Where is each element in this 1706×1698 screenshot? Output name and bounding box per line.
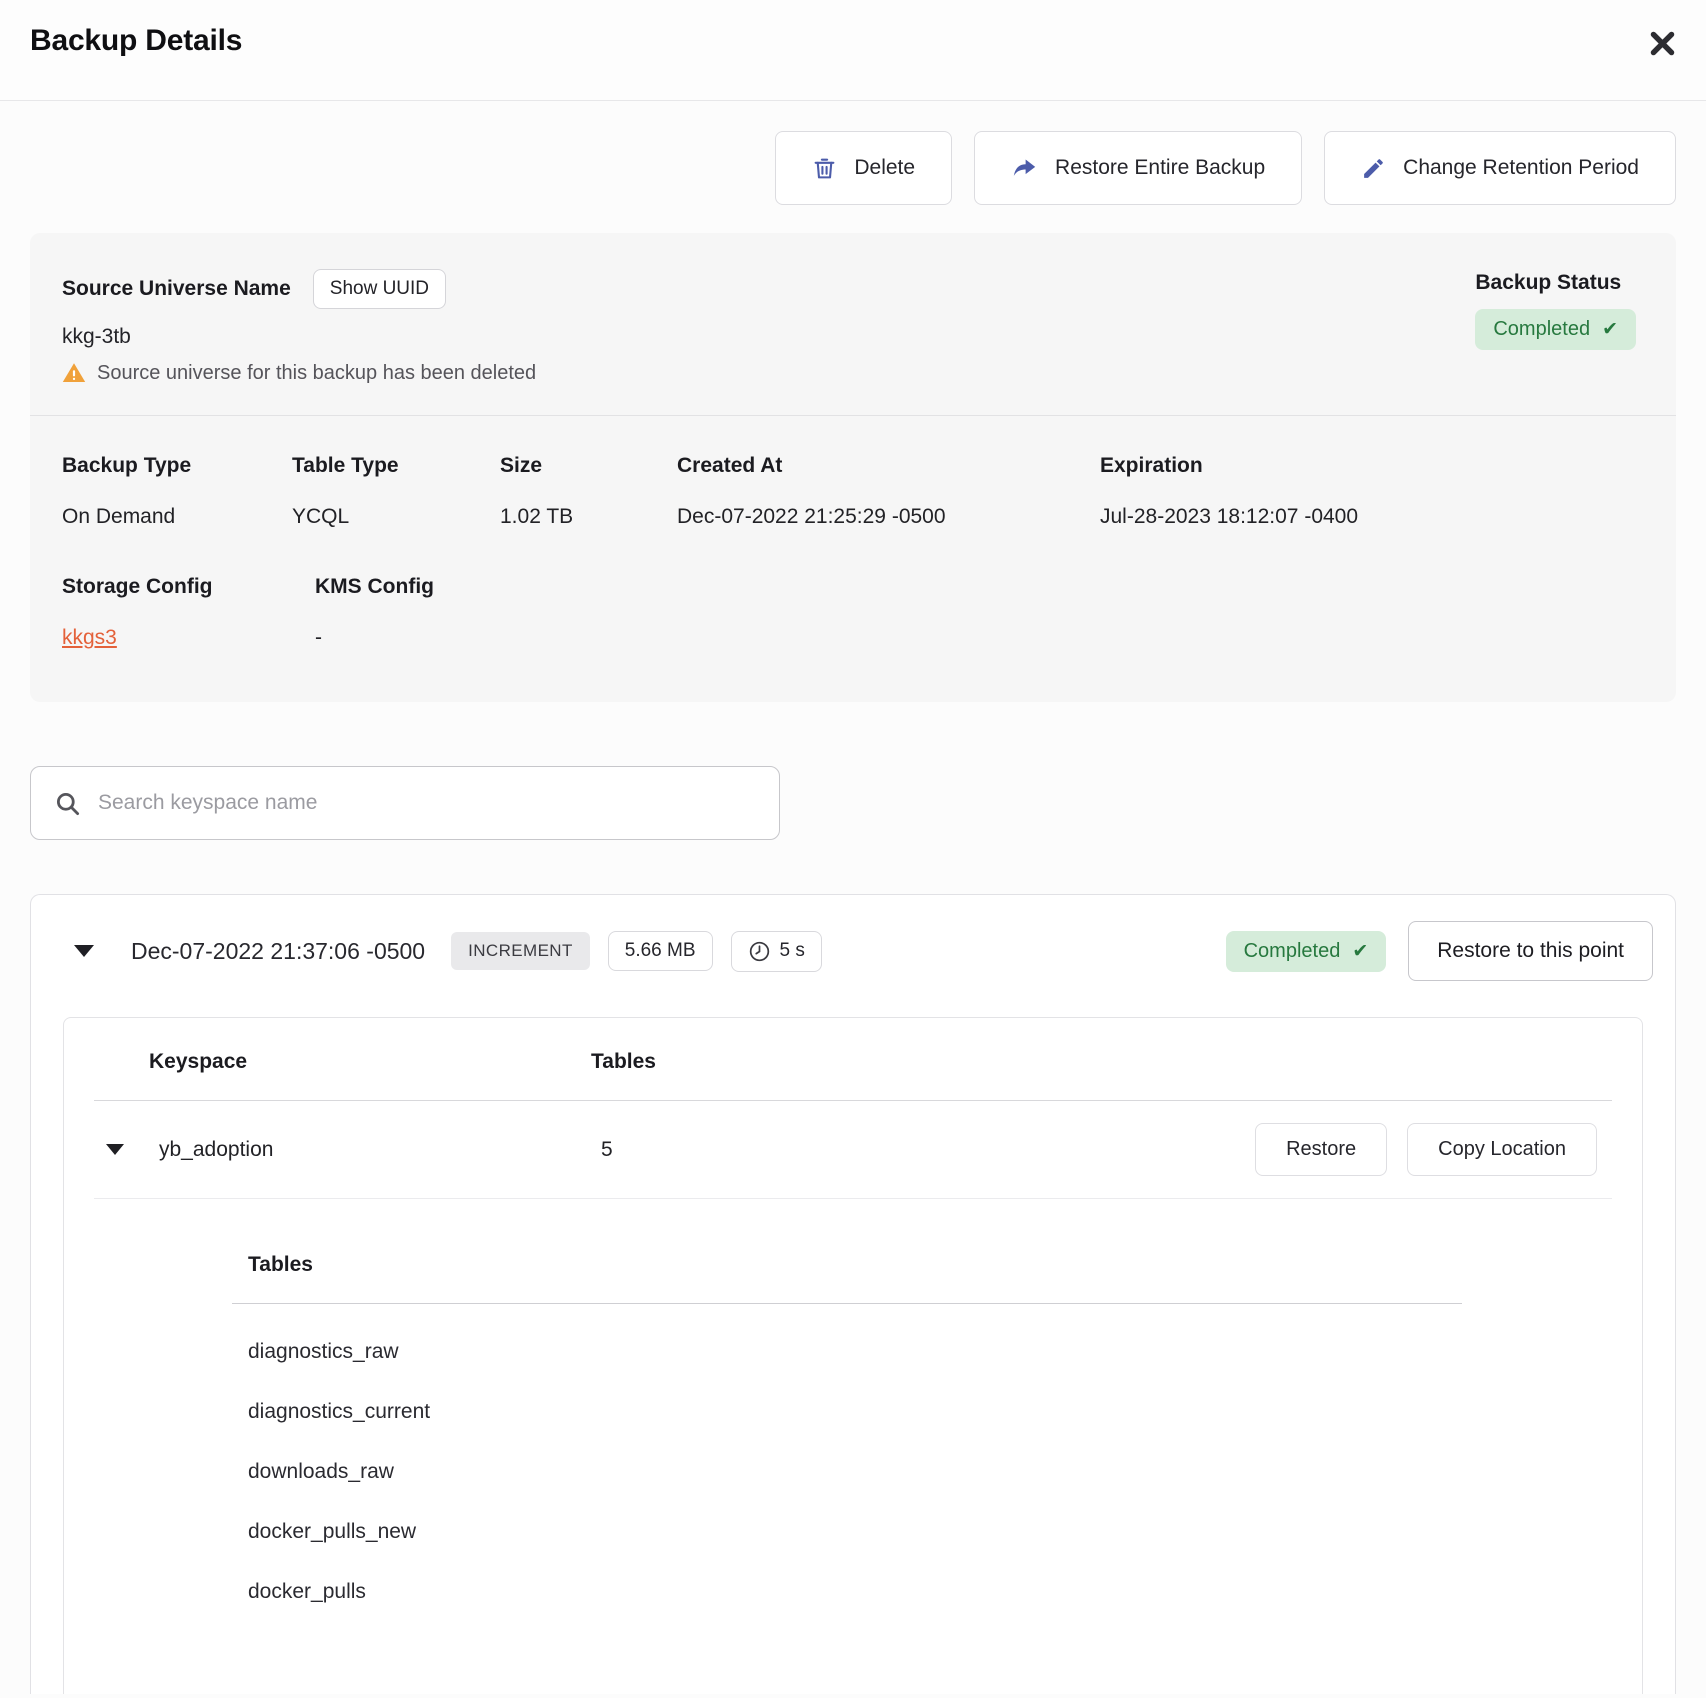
restore-entire-backup-button[interactable]: Restore Entire Backup	[974, 131, 1302, 205]
source-universe-block: Source Universe Name Show UUID kkg-3tb S…	[62, 269, 536, 385]
summary-fields-row: Backup Type On Demand Table Type YCQL Si…	[30, 416, 1676, 529]
backup-status-badge: Completed ✔	[1475, 309, 1636, 350]
keyspace-search-box	[30, 766, 780, 840]
increment-type-badge: INCREMENT	[451, 932, 590, 970]
change-retention-period-label: Change Retention Period	[1403, 156, 1639, 180]
warning-icon	[62, 361, 86, 385]
keyspace-restore-button[interactable]: Restore	[1255, 1123, 1387, 1176]
increment-status-value: Completed	[1244, 940, 1341, 963]
warning-text: Source universe for this backup has been…	[97, 362, 536, 385]
expiration-label: Expiration	[1100, 454, 1644, 478]
caret-down-icon	[74, 945, 94, 957]
source-universe-label: Source Universe Name	[62, 277, 291, 301]
source-universe-warning: Source universe for this backup has been…	[62, 361, 536, 385]
backup-type-value: On Demand	[62, 505, 292, 529]
toolbar: Delete Restore Entire Backup Change Rete…	[30, 131, 1676, 205]
pencil-icon	[1361, 156, 1386, 181]
summary-top-row: Source Universe Name Show UUID kkg-3tb S…	[30, 233, 1676, 415]
backup-status-label: Backup Status	[1475, 271, 1621, 295]
search-input[interactable]	[98, 791, 756, 815]
kms-config-value: -	[315, 626, 434, 650]
backup-type-field: Backup Type On Demand	[62, 454, 292, 529]
storage-config-link[interactable]: kkgs3	[62, 626, 117, 649]
check-icon: ✔	[1602, 318, 1618, 341]
table-list-item: docker_pulls	[248, 1580, 1462, 1604]
increment-status-badge: Completed ✔	[1226, 931, 1387, 972]
table-type-value: YCQL	[292, 505, 500, 529]
keyspace-table-header: Keyspace Tables	[64, 1018, 1642, 1100]
check-icon: ✔	[1352, 940, 1368, 963]
keyspace-copy-location-button[interactable]: Copy Location	[1407, 1123, 1597, 1176]
increment-size-badge: 5.66 MB	[608, 931, 713, 971]
keyspace-expand-button[interactable]	[101, 1139, 129, 1160]
restore-arrow-icon	[1011, 155, 1038, 182]
backup-status-block: Backup Status Completed ✔	[1475, 269, 1636, 350]
clock-icon	[748, 940, 771, 963]
backup-summary-panel: Source Universe Name Show UUID kkg-3tb S…	[30, 233, 1676, 702]
kms-config-label: KMS Config	[315, 575, 434, 599]
size-value: 1.02 TB	[500, 505, 677, 529]
delete-button[interactable]: Delete	[775, 131, 952, 205]
close-icon	[1647, 28, 1678, 59]
size-field: Size 1.02 TB	[500, 454, 677, 529]
tables-sublist-title: Tables	[248, 1253, 1462, 1277]
increment-duration-value: 5 s	[780, 940, 805, 962]
divider	[232, 1303, 1462, 1304]
increment-header-row: Dec-07-2022 21:37:06 -0500 INCREMENT 5.6…	[31, 895, 1675, 1003]
keyspace-table-card: Keyspace Tables yb_adoption 5 Restore Co…	[63, 1017, 1643, 1694]
expiration-field: Expiration Jul-28-2023 18:12:07 -0400	[1100, 454, 1644, 529]
modal-header: Backup Details	[0, 0, 1706, 101]
table-list-item: docker_pulls_new	[248, 1520, 1462, 1544]
source-universe-name: kkg-3tb	[62, 325, 536, 349]
increment-duration-badge: 5 s	[731, 931, 822, 972]
increment-expand-button[interactable]	[69, 940, 99, 962]
table-list-item: diagnostics_raw	[248, 1340, 1462, 1364]
created-at-field: Created At Dec-07-2022 21:25:29 -0500	[677, 454, 1100, 529]
caret-down-icon	[106, 1144, 124, 1155]
backup-status-value: Completed	[1493, 318, 1590, 341]
size-label: Size	[500, 454, 677, 478]
table-type-field: Table Type YCQL	[292, 454, 500, 529]
keyspace-name: yb_adoption	[159, 1138, 601, 1162]
storage-config-label: Storage Config	[62, 575, 315, 599]
show-uuid-button[interactable]: Show UUID	[313, 269, 446, 309]
tables-sublist: Tables diagnostics_raw diagnostics_curre…	[64, 1199, 1642, 1604]
created-at-label: Created At	[677, 454, 1100, 478]
table-type-label: Table Type	[292, 454, 500, 478]
keyspace-column-header: Keyspace	[149, 1050, 591, 1074]
increment-backup-card: Dec-07-2022 21:37:06 -0500 INCREMENT 5.6…	[30, 894, 1676, 1694]
storage-config-field: Storage Config kkgs3	[62, 575, 315, 650]
table-list-item: downloads_raw	[248, 1460, 1462, 1484]
increment-timestamp: Dec-07-2022 21:37:06 -0500	[131, 938, 425, 965]
kms-config-field: KMS Config -	[315, 575, 434, 650]
expiration-value: Jul-28-2023 18:12:07 -0400	[1100, 505, 1644, 529]
trash-icon	[812, 156, 837, 181]
keyspace-table-count: 5	[601, 1138, 613, 1162]
page-title: Backup Details	[30, 24, 242, 58]
close-button[interactable]	[1643, 24, 1682, 63]
restore-entire-backup-label: Restore Entire Backup	[1055, 156, 1265, 180]
delete-button-label: Delete	[854, 156, 915, 180]
summary-config-row: Storage Config kkgs3 KMS Config -	[30, 529, 1676, 702]
backup-type-label: Backup Type	[62, 454, 292, 478]
created-at-value: Dec-07-2022 21:25:29 -0500	[677, 505, 1100, 529]
table-list-item: diagnostics_current	[248, 1400, 1462, 1424]
keyspace-row: yb_adoption 5 Restore Copy Location	[64, 1101, 1642, 1198]
change-retention-period-button[interactable]: Change Retention Period	[1324, 131, 1676, 205]
tables-column-header: Tables	[591, 1050, 656, 1074]
search-icon	[54, 790, 81, 817]
restore-to-this-point-button[interactable]: Restore to this point	[1408, 921, 1653, 981]
